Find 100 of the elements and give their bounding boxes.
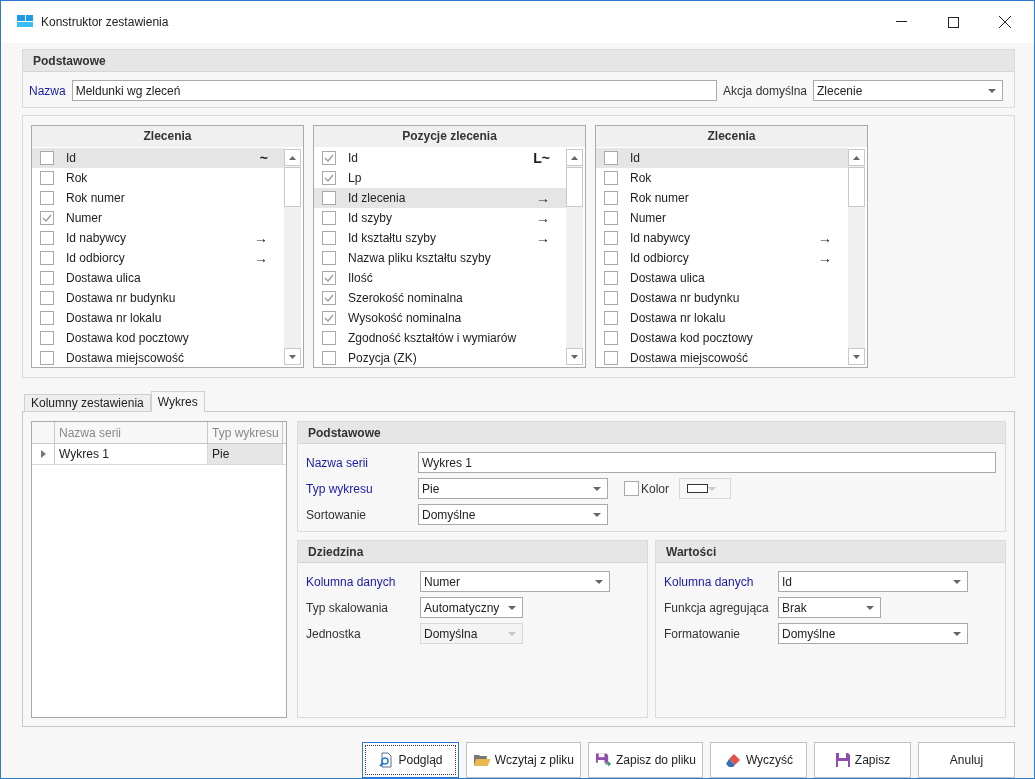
list-item[interactable]: Rok <box>596 168 848 188</box>
list-item[interactable]: Id zlecenia → <box>314 188 566 208</box>
list-item[interactable]: Dostawa miejscowość <box>596 348 848 367</box>
checkbox[interactable] <box>40 171 54 185</box>
scrollbar[interactable] <box>284 149 301 365</box>
list-item[interactable]: Dostawa nr lokalu <box>32 308 284 328</box>
list-item[interactable]: Id nabywcy → <box>596 228 848 248</box>
list-item[interactable]: Id nabywcy → <box>32 228 284 248</box>
list-item[interactable]: Dostawa miejscowość <box>32 348 284 367</box>
list-item[interactable]: Rok <box>32 168 284 188</box>
scrollbar[interactable] <box>566 149 583 365</box>
dropdown[interactable]: Automatyczny <box>420 597 523 618</box>
checkbox[interactable] <box>40 231 54 245</box>
list-item[interactable]: Rok numer <box>596 188 848 208</box>
checkbox[interactable] <box>40 291 54 305</box>
scroll-thumb[interactable] <box>848 167 865 207</box>
list-item[interactable]: Rok numer <box>32 188 284 208</box>
action-button[interactable]: Zapisz <box>814 742 911 778</box>
list-item[interactable]: Id <box>596 148 848 168</box>
checkbox[interactable] <box>604 331 618 345</box>
dropdown[interactable]: Pie <box>418 478 608 499</box>
checkbox[interactable] <box>604 211 618 225</box>
checkbox[interactable] <box>604 271 618 285</box>
dropdown[interactable]: Domyślne <box>778 623 968 644</box>
checkbox[interactable] <box>40 211 54 225</box>
action-button[interactable]: Zapisz do pliku <box>588 742 703 778</box>
checkbox[interactable] <box>322 211 336 225</box>
list-item[interactable]: Id odbiorcy → <box>32 248 284 268</box>
scroll-thumb[interactable] <box>566 167 583 207</box>
group-title: Wartości <box>656 541 1005 563</box>
list-item[interactable]: Dostawa kod pocztowy <box>596 328 848 348</box>
magnifier-page-icon <box>378 752 395 768</box>
relation-marker: L~ <box>533 150 550 166</box>
field-name: Numer <box>630 211 667 225</box>
checkbox[interactable] <box>322 191 336 205</box>
text-input[interactable]: Wykres 1 <box>418 452 996 473</box>
list-item[interactable]: Numer <box>596 208 848 228</box>
list-item[interactable]: Szerokość nominalna <box>314 288 566 308</box>
checkbox[interactable] <box>604 291 618 305</box>
action-button[interactable]: Podgląd <box>362 742 459 778</box>
checkbox[interactable] <box>624 481 639 496</box>
checkbox[interactable] <box>322 271 336 285</box>
color-picker[interactable] <box>679 478 731 499</box>
scrollbar[interactable] <box>848 149 865 365</box>
checkbox[interactable] <box>604 251 618 265</box>
checkbox[interactable] <box>322 231 336 245</box>
tab[interactable]: Wykres <box>150 391 205 412</box>
action-button[interactable]: Wczytaj z pliku <box>466 742 581 778</box>
list-item[interactable]: Dostawa ulica <box>596 268 848 288</box>
checkbox[interactable] <box>604 171 618 185</box>
dropdown-caret-icon <box>953 579 961 584</box>
scroll-thumb[interactable] <box>284 167 301 207</box>
checkbox[interactable] <box>322 311 336 325</box>
list-item[interactable]: Numer <box>32 208 284 228</box>
checkbox[interactable] <box>322 291 336 305</box>
list-item[interactable]: Dostawa ulica <box>32 268 284 288</box>
field-name: Dostawa nr lokalu <box>66 311 163 325</box>
checkbox[interactable] <box>604 151 618 165</box>
checkbox[interactable] <box>40 311 54 325</box>
checkbox[interactable] <box>604 231 618 245</box>
list-item[interactable]: Dostawa nr budynku <box>596 288 848 308</box>
action-button[interactable]: Wyczyść <box>710 742 807 778</box>
list-item[interactable]: Id odbiorcy → <box>596 248 848 268</box>
checkbox[interactable] <box>40 151 54 165</box>
list-item[interactable]: Lp <box>314 168 566 188</box>
checkbox[interactable] <box>322 151 336 165</box>
list-item[interactable]: Id szyby → <box>314 208 566 228</box>
checkbox[interactable] <box>40 191 54 205</box>
checkbox[interactable] <box>40 251 54 265</box>
list-item[interactable]: Wysokość nominalna <box>314 308 566 328</box>
checkbox[interactable] <box>322 171 336 185</box>
scroll-up-icon <box>853 155 860 160</box>
tab[interactable]: Kolumny zestawienia <box>24 394 151 412</box>
list-item[interactable]: Zgodność kształtów i wymiarów <box>314 328 566 348</box>
checkbox[interactable] <box>322 351 336 365</box>
checkbox[interactable] <box>322 251 336 265</box>
dropdown[interactable]: Domyślne <box>418 504 608 525</box>
checkbox[interactable] <box>40 271 54 285</box>
text-input[interactable]: Meldunki wg zleceń <box>71 80 717 101</box>
list-item[interactable]: Ilość <box>314 268 566 288</box>
list-item[interactable]: Id ~ <box>32 148 284 168</box>
checkbox[interactable] <box>604 311 618 325</box>
checkbox[interactable] <box>322 331 336 345</box>
dropdown[interactable]: Zlecenie <box>813 80 1003 101</box>
dropdown[interactable]: Numer <box>420 571 610 592</box>
dropdown[interactable]: Id <box>778 571 968 592</box>
list-item[interactable]: Nazwa pliku kształtu szyby <box>314 248 566 268</box>
checkbox[interactable] <box>40 351 54 365</box>
checkbox[interactable] <box>40 331 54 345</box>
action-button[interactable]: Anuluj <box>918 742 1015 778</box>
list-item[interactable]: Pozycja (ZK) <box>314 348 566 367</box>
list-item[interactable]: Id L~ <box>314 148 566 168</box>
checkbox[interactable] <box>604 191 618 205</box>
list-item[interactable]: Id kształtu szyby → <box>314 228 566 248</box>
list-item[interactable]: Dostawa nr budynku <box>32 288 284 308</box>
field-label: Funkcja agregująca <box>664 600 770 615</box>
list-item[interactable]: Dostawa nr lokalu <box>596 308 848 328</box>
list-item[interactable]: Dostawa kod pocztowy <box>32 328 284 348</box>
checkbox[interactable] <box>604 351 618 365</box>
dropdown[interactable]: Brak <box>778 597 881 618</box>
